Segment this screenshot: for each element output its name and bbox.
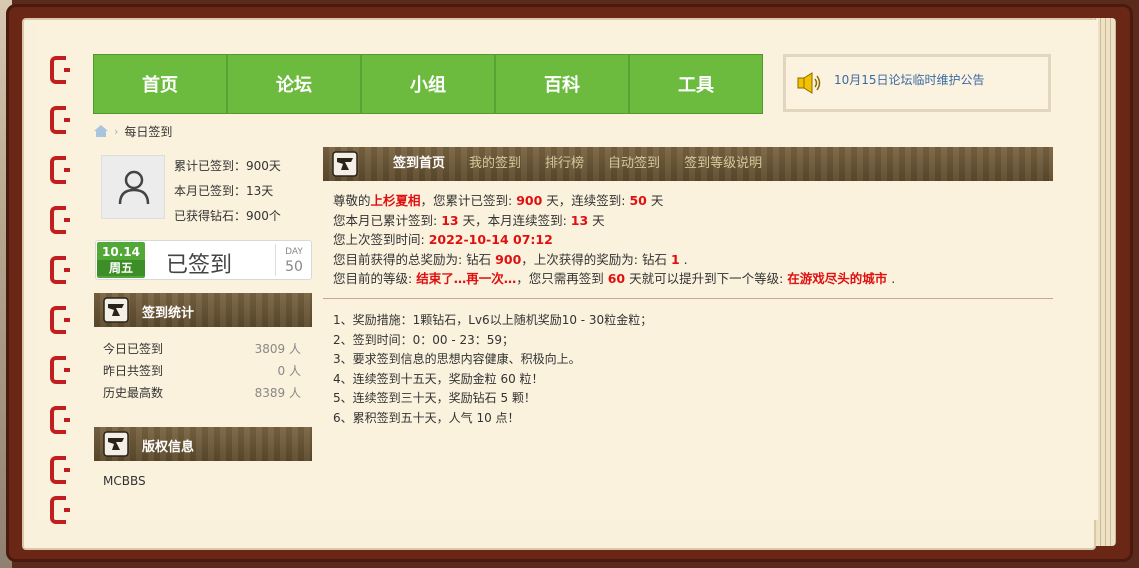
tab-sign-home[interactable]: 签到首页 (381, 147, 457, 181)
rule-item: 2、签到时间：0：00 - 23：59； (333, 332, 515, 347)
nav-home[interactable]: 首页 (94, 55, 228, 113)
main-panel-header: 签到首页 我的签到 排行榜 自动签到 签到等级说明 (323, 147, 1053, 181)
day-value: 50 (285, 259, 303, 275)
rule-item: 4、连续签到十五天，奖励金粒 60 粒！ (333, 371, 544, 386)
weekday-text: 周五 (97, 260, 145, 276)
stat-row: 历史最高数 8389 人 (103, 382, 301, 404)
rule-item: 3、要求签到信息的思想内容健康、积极向上。 (333, 352, 581, 366)
nav-wiki[interactable]: 百科 (496, 55, 630, 113)
user-sign-stats: 累计已签到：900天 本月已签到：13天 已获得钻石：900个 (174, 154, 281, 229)
main-tabs: 签到首页 我的签到 排行榜 自动签到 签到等级说明 (381, 147, 774, 181)
breadcrumb: › 每日签到 (94, 122, 172, 140)
rule-item: 5、连续签到三十天，奖励钻石 5 颗！ (333, 391, 536, 405)
stat-row: 今日已签到 3809 人 (103, 338, 301, 360)
day-label: DAY (285, 247, 303, 257)
copyright-panel-title: 版权信息 (142, 440, 195, 455)
rule-item: 6、累积签到五十天，人气 10 点！ (333, 410, 520, 425)
avatar[interactable] (101, 155, 165, 219)
tab-my-sign[interactable]: 我的签到 (457, 147, 533, 181)
speaker-icon (797, 72, 821, 94)
sign-summary: 尊敬的上杉夏相，您累计已签到: 900 天，连续签到: 50 天 您本月已累计签… (333, 191, 1043, 289)
emblem-icon (103, 297, 129, 323)
emblem-icon (332, 151, 358, 177)
tab-ranking[interactable]: 排行榜 (533, 147, 596, 181)
tab-auto-sign[interactable]: 自动签到 (596, 147, 672, 181)
breadcrumb-current: 每日签到 (124, 124, 173, 139)
signed-status: 已签到 (166, 253, 233, 278)
book-binding (50, 56, 70, 524)
day-counter: DAY 50 (275, 244, 312, 276)
summary-line-4: 您目前获得的总奖励为: 钻石 900，上次获得的奖励为: 钻石 1 . (333, 251, 688, 267)
announcement-link[interactable]: 10月15日论坛临时维护公告 (834, 71, 985, 88)
summary-line-5: 您目前的等级: 结束了…再一次…，您只需再签到 60 天就可以提升到下一个等级:… (333, 271, 896, 286)
date-badge: 10.14 周五 (97, 242, 145, 278)
stat-value: 3809 人 (254, 342, 301, 356)
stat-label: 今日已签到 (103, 342, 164, 356)
username[interactable]: 上杉夏相 (371, 193, 421, 208)
stats-panel-header: 签到统计 (94, 293, 312, 327)
breadcrumb-separator: › (114, 124, 119, 138)
nav-groups[interactable]: 小组 (362, 55, 496, 113)
diamonds-text: 已获得钻石：900个 (174, 209, 281, 223)
nav-forum[interactable]: 论坛 (228, 55, 362, 113)
rules-list: 1、奖励措施：1颗钻石，Lv6以上随机奖励10 - 30粒金粒； 2、签到时间：… (333, 311, 652, 428)
stat-value: 8389 人 (254, 386, 301, 400)
stats-list: 今日已签到 3809 人 昨日共签到 0 人 历史最高数 8389 人 (103, 338, 301, 404)
section-divider (323, 298, 1053, 299)
nav-tools[interactable]: 工具 (630, 55, 762, 113)
announcement-box: 10月15日论坛临时维护公告 (783, 54, 1051, 112)
copyright-text: MCBBS (103, 474, 146, 488)
rule-item: 1、奖励措施：1颗钻石，Lv6以上随机奖励10 - 30粒金粒； (333, 313, 653, 327)
summary-line-1: 尊敬的上杉夏相，您累计已签到: 900 天，连续签到: 50 天 (333, 193, 664, 208)
summary-line-3: 您上次签到时间: 2022-10-14 07:12 (333, 232, 553, 247)
home-icon[interactable] (94, 125, 108, 137)
user-icon (118, 170, 150, 205)
main-nav: 首页 论坛 小组 百科 工具 (93, 54, 763, 114)
tab-level-info[interactable]: 签到等级说明 (672, 147, 774, 181)
stat-label: 历史最高数 (103, 386, 164, 400)
emblem-icon (103, 431, 129, 457)
summary-line-2: 您本月已累计签到: 13 天，本月连续签到: 13 天 (333, 212, 605, 228)
sign-in-button[interactable]: 10.14 周五 已签到 DAY 50 (95, 240, 312, 280)
month-signed-text: 本月已签到：13天 (174, 184, 274, 198)
stats-panel-title: 签到统计 (142, 306, 195, 321)
date-text: 10.14 (102, 245, 140, 259)
copyright-panel-header: 版权信息 (94, 427, 312, 461)
stat-label: 昨日共签到 (103, 364, 164, 378)
total-signed-text: 累计已签到：900天 (174, 159, 281, 173)
stat-row: 昨日共签到 0 人 (103, 360, 301, 382)
stat-value: 0 人 (277, 364, 301, 378)
